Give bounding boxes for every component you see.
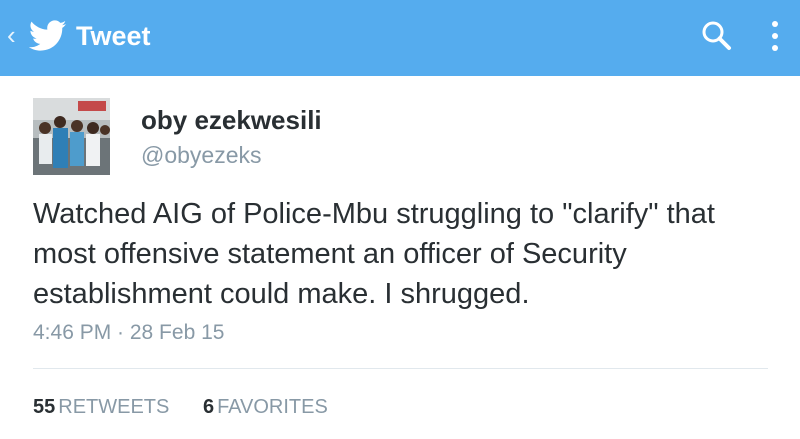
app-bar: ‹ Tweet (0, 0, 800, 76)
user-handle[interactable]: @obyezeks (141, 140, 262, 170)
chevron-left-icon[interactable]: ‹ (7, 22, 16, 48)
twitter-bird-icon[interactable] (29, 20, 67, 52)
favorites-count: 6 (202, 396, 215, 418)
overflow-menu-icon[interactable] (766, 18, 784, 58)
favorites-label: FAVORITES (217, 396, 328, 418)
display-name[interactable]: oby ezekwesili (141, 104, 322, 136)
avatar-photo (33, 98, 110, 175)
page-title: Tweet (76, 21, 151, 51)
favorites-stat[interactable]: 6 FAVORITES (203, 392, 328, 422)
avatar[interactable] (33, 98, 110, 175)
divider (33, 368, 768, 369)
retweets-count: 55 (33, 396, 56, 418)
tweet-stats: 55 RETWEETS 6 FAVORITES (33, 392, 356, 422)
tweet-text: Watched AIG of Police-Mbu struggling to … (33, 198, 715, 310)
retweets-stat[interactable]: 55 RETWEETS (33, 392, 169, 422)
search-icon[interactable] (700, 19, 734, 53)
tweet-timestamp: 4:46 PM · 28 Feb 15 (33, 321, 225, 344)
retweets-label: RETWEETS (58, 396, 170, 418)
